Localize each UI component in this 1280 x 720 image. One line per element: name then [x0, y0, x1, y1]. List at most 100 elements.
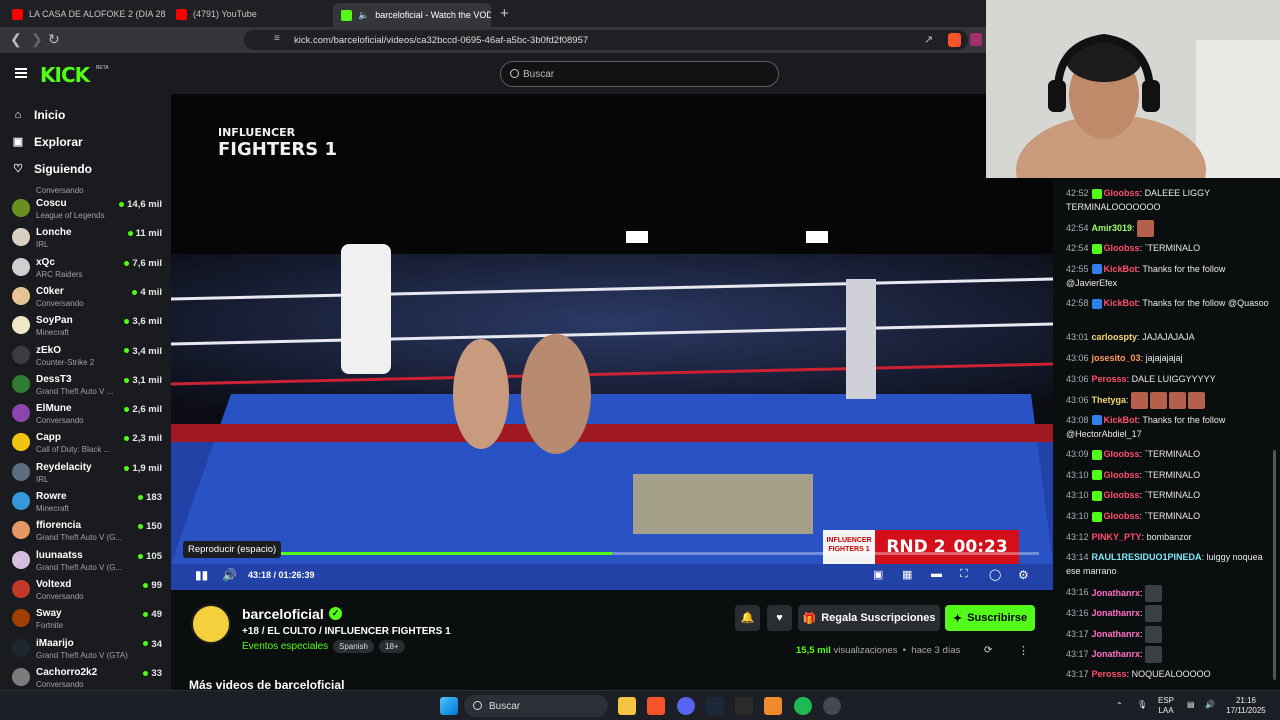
taskbar-search[interactable]: Buscar: [464, 695, 608, 717]
video-player[interactable]: INFLUENCER FIGHTERS 1 INFLUENCER FIGHTER…: [171, 94, 1053, 590]
language-indicator[interactable]: ESP LAA: [1158, 696, 1174, 716]
sidebar-channel[interactable]: C0ker Conversando 4 mil: [12, 283, 162, 312]
theater-mode-icon[interactable]: ▬: [931, 568, 942, 580]
speed-icon[interactable]: ◯: [989, 568, 1001, 581]
settings-gear-icon[interactable]: ⚙: [1018, 568, 1029, 582]
chat-scrollbar[interactable]: [1273, 450, 1276, 680]
brave-rewards-icon[interactable]: [970, 33, 982, 46]
gift-subs-button[interactable]: 🎁 Regala Suscripciones: [798, 605, 940, 631]
sidebar-channel[interactable]: Cachorro2k2 Conversando 33: [12, 664, 162, 690]
sidebar-channel[interactable]: Rowre Minecraft 183: [12, 488, 162, 517]
nav-explorar[interactable]: ▣ Explorar: [12, 135, 83, 149]
notification-bell-icon[interactable]: 🔔: [735, 605, 760, 631]
chat-username[interactable]: Gloobss: [1104, 243, 1140, 253]
reload-icon[interactable]: ↻: [48, 31, 60, 48]
language-tag[interactable]: Spanish: [333, 640, 374, 653]
chat-username[interactable]: Jonathanrx: [1092, 649, 1141, 659]
chat-timestamp: 42:54: [1066, 243, 1089, 253]
obs-icon[interactable]: [823, 697, 841, 715]
network-icon[interactable]: ▤: [1187, 700, 1195, 710]
age-tag[interactable]: 18+: [379, 640, 405, 653]
sidebar-channel[interactable]: DessT3 Grand Theft Auto V ... 3,1 mil: [12, 371, 162, 400]
chat-username[interactable]: Gloobss: [1104, 511, 1140, 521]
chat-username[interactable]: Gloobss: [1104, 490, 1140, 500]
chat-username[interactable]: RAUL1RESIDUO1PINEDA: [1092, 552, 1202, 562]
steam-icon[interactable]: [706, 697, 724, 715]
kick-logo[interactable]: KICK: [40, 63, 90, 87]
browser-tab[interactable]: LA CASA DE ALOFOKE 2 (DIA 28) - Yo: [4, 3, 166, 25]
chat-username[interactable]: carloospty: [1092, 332, 1138, 342]
chat-username[interactable]: Thetyga: [1092, 395, 1127, 405]
volume-icon[interactable]: 🔊: [222, 568, 237, 582]
sidebar-channel[interactable]: Reydelacity IRL 1,9 mil: [12, 459, 162, 488]
chat-username[interactable]: Perosss: [1092, 374, 1127, 384]
menu-icon[interactable]: [15, 68, 27, 78]
new-tab-button[interactable]: +: [500, 5, 509, 22]
more-options-icon[interactable]: ⋮: [1018, 644, 1029, 657]
chat-username[interactable]: KickBot: [1104, 298, 1138, 308]
chat-username[interactable]: Gloobss: [1104, 188, 1140, 198]
viewer-count-value: 1,9 mil: [132, 462, 162, 474]
sidebar-channel[interactable]: Coscu League of Legends 14,6 mil: [12, 195, 162, 224]
chat-username[interactable]: PINKY_PTY: [1092, 532, 1142, 542]
clock[interactable]: 21:16 17/11/2025: [1224, 696, 1268, 716]
chat-username[interactable]: Jonathanrx: [1092, 608, 1141, 618]
fullscreen-icon[interactable]: ⛶: [960, 568, 968, 581]
sidebar-channel[interactable]: ElMune Conversando 2,6 mil: [12, 400, 162, 429]
chat-username[interactable]: KickBot: [1104, 264, 1138, 274]
microphone-icon[interactable]: 🎙: [1137, 700, 1147, 710]
chat-username[interactable]: Perosss: [1092, 669, 1127, 679]
tray-chevron-icon[interactable]: ⌃: [1116, 701, 1123, 711]
channel-avatar[interactable]: [191, 604, 231, 644]
back-icon[interactable]: ❮: [10, 31, 22, 48]
sidebar-channel[interactable]: zEkO Counter-Strike 2 3,4 mil: [12, 342, 162, 371]
forward-icon[interactable]: ❯: [31, 31, 43, 48]
chat-text: `TERMINALO: [1144, 243, 1201, 253]
chat-username[interactable]: Amir3019: [1092, 223, 1133, 233]
url-field[interactable]: ≡ kick.com/barceloficial/videos/ca32bccd…: [244, 30, 968, 50]
nav-inicio[interactable]: ⌂ Inicio: [12, 108, 66, 122]
chat-username[interactable]: KickBot: [1104, 415, 1138, 425]
channel-name[interactable]: barceloficial: [242, 606, 324, 622]
chat-message: 43:12 PINKY_PTY: bombanzor: [1066, 531, 1192, 542]
subscribe-button[interactable]: ✦ Suscribirse: [945, 605, 1035, 631]
nav-siguiendo[interactable]: ♡ Siguiendo: [12, 162, 92, 176]
windows-start-icon[interactable]: [440, 697, 458, 715]
sidebar-channel[interactable]: luunaatss Grand Theft Auto V (G... 105: [12, 547, 162, 576]
chat-username[interactable]: Gloobss: [1104, 470, 1140, 480]
brave-browser-icon[interactable]: [647, 697, 665, 715]
browser-tab-active[interactable]: 🔈 barceloficial - Watch the VOD ✕: [333, 3, 491, 27]
file-explorer-icon[interactable]: [618, 697, 636, 715]
channel-avatar: [12, 286, 30, 305]
follow-heart-icon[interactable]: ♥: [767, 605, 792, 631]
sidebar-channel[interactable]: iMaarijo Grand Theft Auto V (GTA) 34: [12, 635, 162, 664]
sidebar-channel[interactable]: Voltexd Conversando 99: [12, 576, 162, 605]
clip-icon[interactable]: ▦: [902, 568, 912, 581]
share-icon[interactable]: ⟳: [984, 645, 992, 656]
vlc-icon[interactable]: [764, 697, 782, 715]
volume-icon[interactable]: 🔊: [1205, 700, 1215, 710]
site-settings-icon[interactable]: ≡: [274, 33, 280, 44]
discord-icon[interactable]: [677, 697, 695, 715]
sidebar-channel[interactable]: ffiorencia Grand Theft Auto V (G... 150: [12, 517, 162, 546]
chat-username[interactable]: Jonathanrx: [1092, 629, 1141, 639]
chat-username[interactable]: josesito_03: [1092, 353, 1141, 363]
chat-username[interactable]: Gloobss: [1104, 449, 1140, 459]
play-icon[interactable]: ▮▮: [195, 568, 208, 582]
sidebar-channel[interactable]: Sway Fortnite 49: [12, 605, 162, 634]
category-link[interactable]: Eventos especiales: [242, 641, 328, 652]
sidebar-channel[interactable]: Capp Call of Duty: Black ... 2,3 mil: [12, 429, 162, 458]
epic-games-icon[interactable]: [735, 697, 753, 715]
sidebar-channel[interactable]: xQc ARC Raiders 7,6 mil: [12, 254, 162, 283]
spotify-icon[interactable]: [794, 697, 812, 715]
sidebar-channel[interactable]: SoyPan Minecraft 3,6 mil: [12, 312, 162, 341]
brave-shields-icon[interactable]: [948, 33, 961, 47]
share-icon[interactable]: ↗: [924, 33, 933, 46]
browser-tab[interactable]: (4791) YouTube: [168, 3, 330, 25]
progress-bar[interactable]: [185, 552, 1039, 555]
chat-username[interactable]: Jonathanrx: [1092, 587, 1141, 597]
channel-avatar: [12, 404, 30, 423]
sidebar-channel[interactable]: Lonche IRL 11 mil: [12, 224, 162, 253]
search-input[interactable]: Buscar: [500, 61, 779, 87]
pip-icon[interactable]: ▣: [873, 568, 883, 581]
